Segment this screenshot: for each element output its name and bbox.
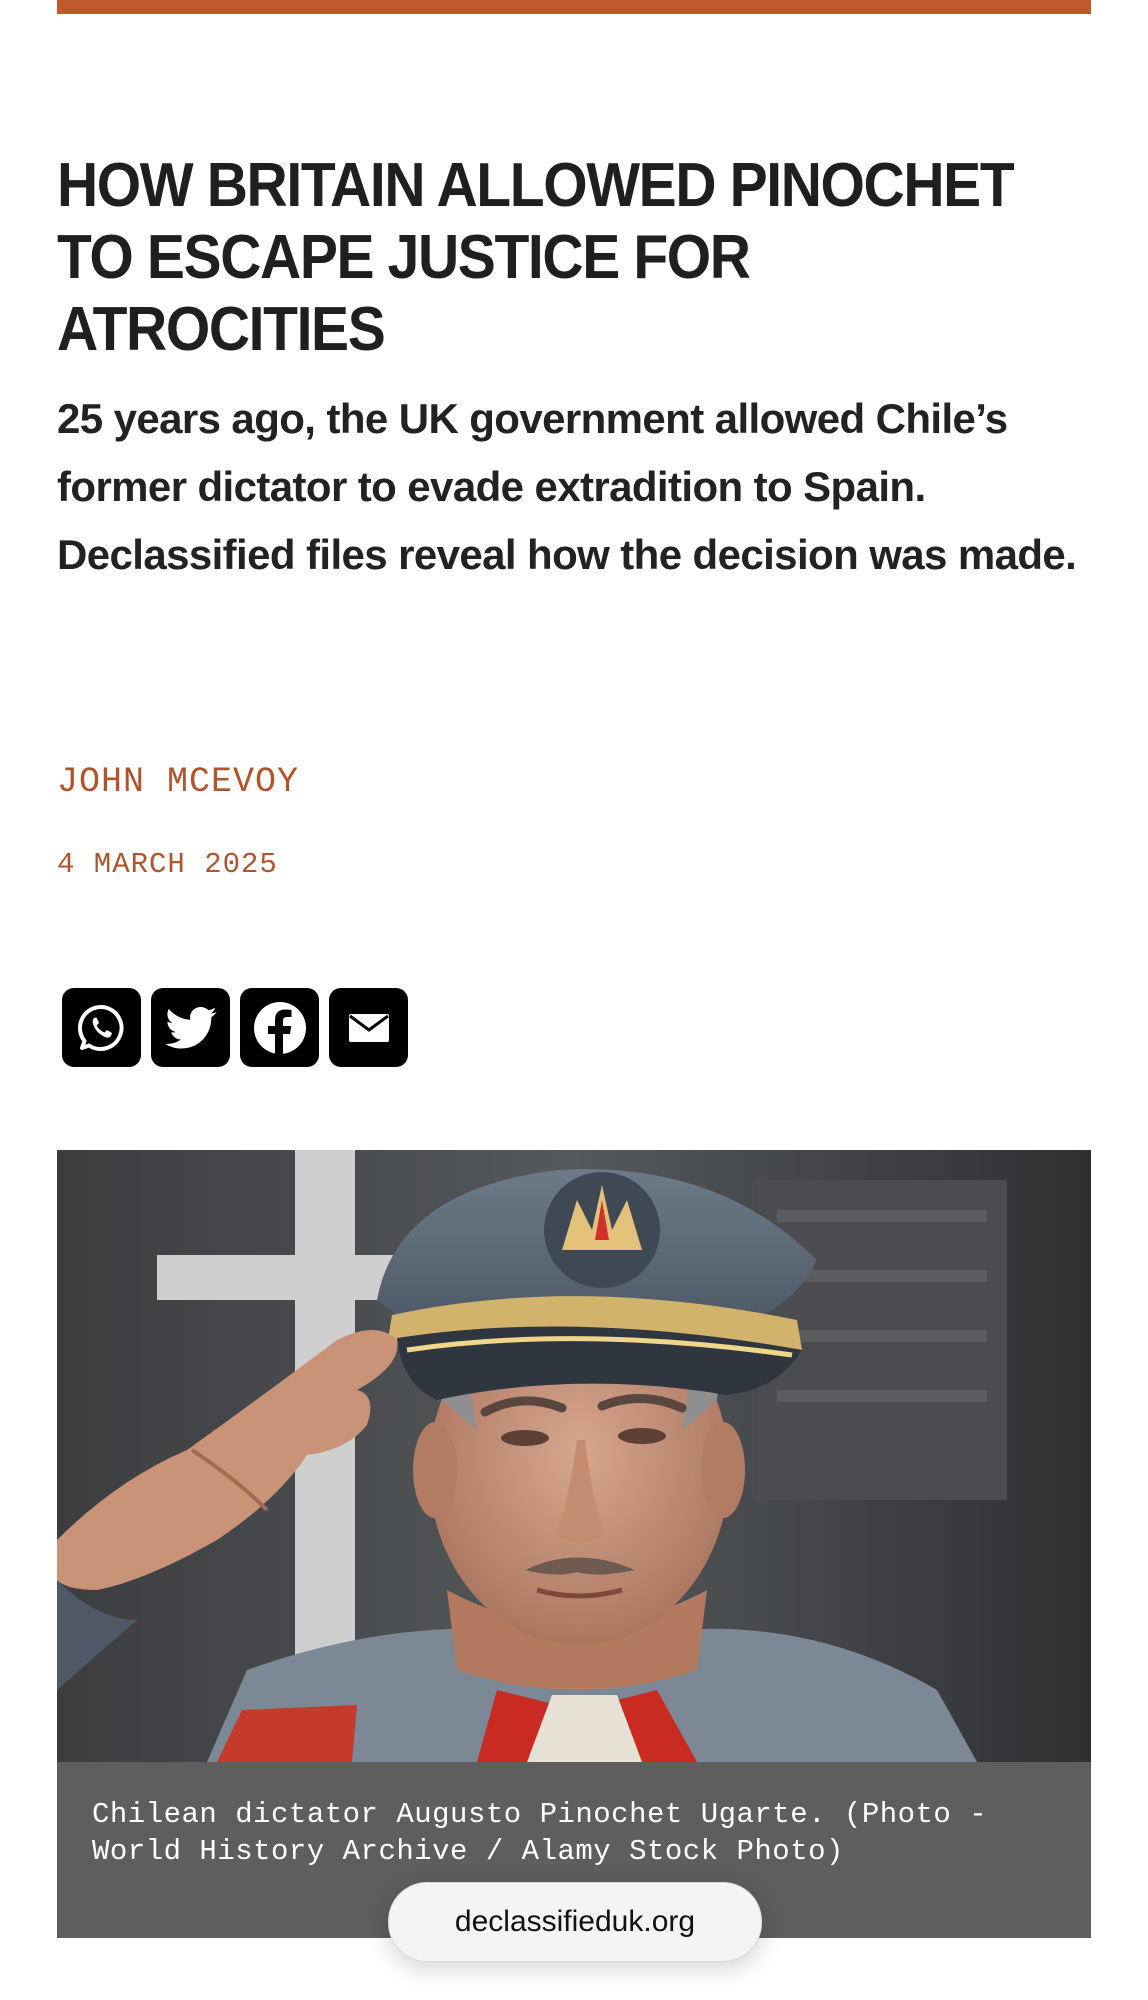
twitter-icon bbox=[164, 1006, 217, 1049]
publish-date: 4 MARCH 2025 bbox=[57, 848, 278, 881]
whatsapp-icon bbox=[77, 1004, 123, 1051]
article-headline: HOW BRITAIN ALLOWED PINOCHET TO ESCAPE J… bbox=[57, 151, 1015, 364]
share-facebook-button[interactable] bbox=[240, 988, 319, 1067]
share-email-button[interactable] bbox=[329, 988, 408, 1067]
share-buttons bbox=[62, 988, 408, 1067]
facebook-icon bbox=[253, 1001, 306, 1054]
top-accent-bar bbox=[57, 0, 1091, 14]
pinochet-saluting-photo bbox=[57, 1150, 1091, 1762]
article-standfirst: 25 years ago, the UK government allowed … bbox=[57, 395, 1077, 578]
article-figure: Chilean dictator Augusto Pinochet Ugarte… bbox=[57, 1150, 1091, 1938]
share-twitter-button[interactable] bbox=[151, 988, 230, 1067]
share-whatsapp-button[interactable] bbox=[62, 988, 141, 1067]
author-link[interactable]: JOHN MCEVOY bbox=[57, 762, 299, 802]
browser-url-bar[interactable]: declassifieduk.org bbox=[388, 1882, 762, 1962]
email-icon bbox=[348, 1013, 389, 1042]
